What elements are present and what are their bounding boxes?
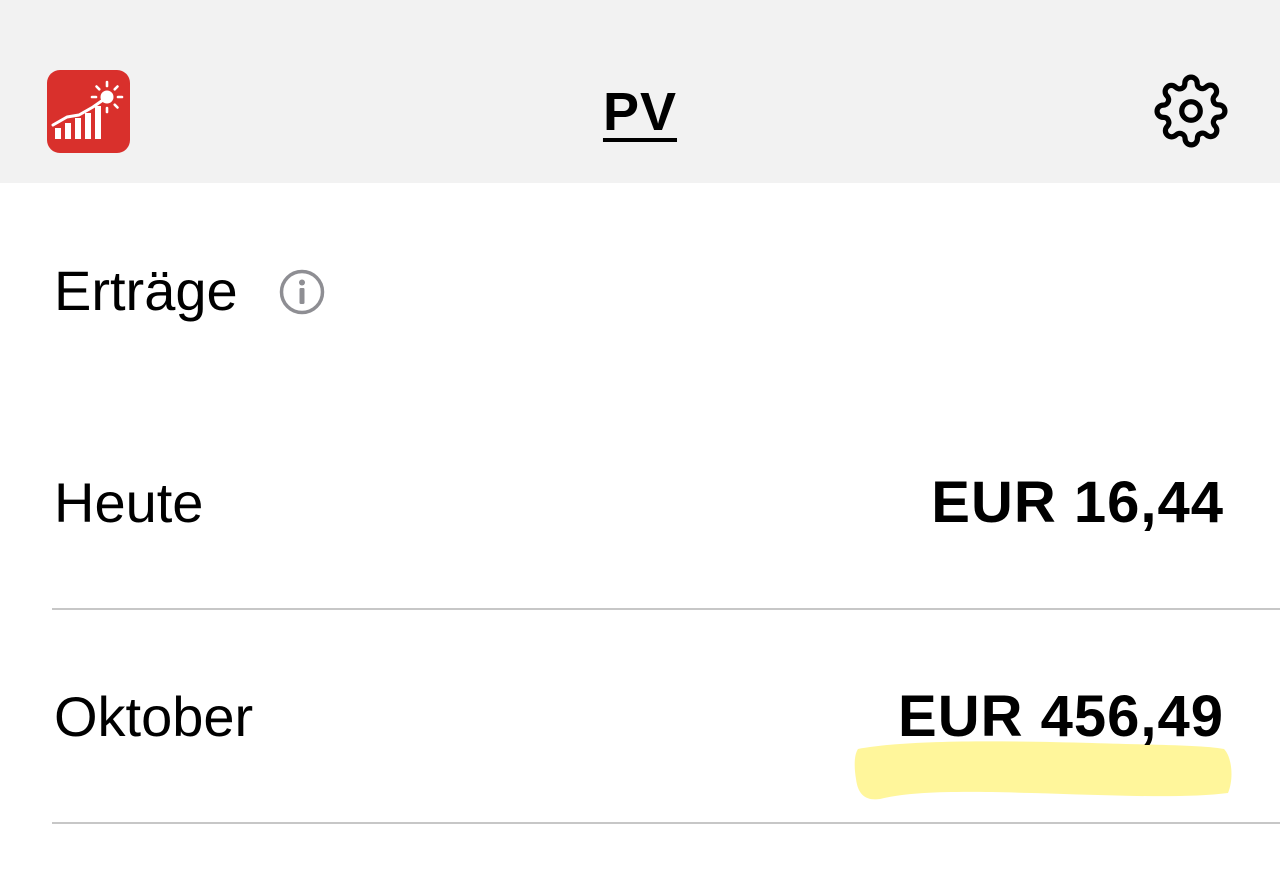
divider (52, 608, 1280, 610)
row-value: EUR 456,49 (898, 684, 1224, 749)
row-value: EUR 16,44 (931, 470, 1224, 535)
page-title: PV (0, 82, 1280, 142)
gear-icon (1154, 74, 1228, 148)
row-label: Heute (54, 471, 204, 534)
top-bar: PV (0, 0, 1280, 183)
divider (52, 822, 1280, 824)
settings-button[interactable] (1154, 74, 1228, 148)
page-title-link[interactable]: PV (603, 82, 677, 142)
row-label: Oktober (54, 685, 254, 748)
info-icon[interactable] (278, 268, 326, 316)
section-title-ertraege: Erträge (54, 259, 238, 322)
